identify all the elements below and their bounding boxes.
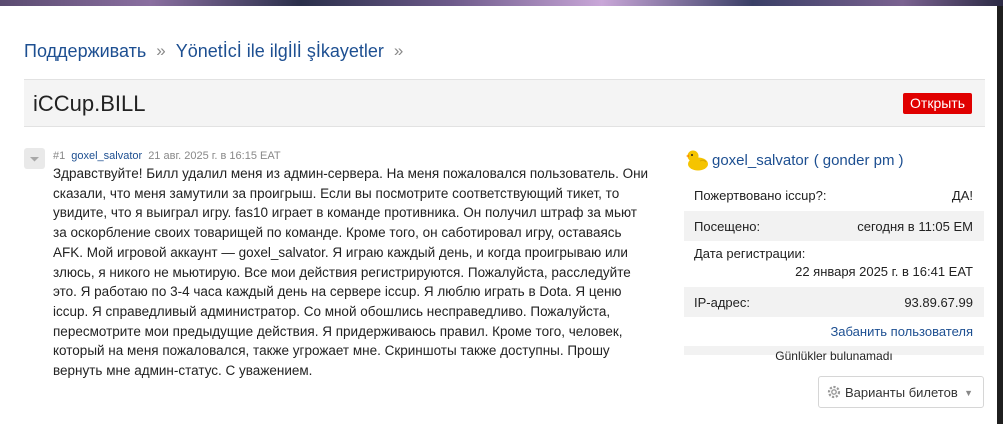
info-value: ДА! xyxy=(951,188,973,203)
profile-username[interactable]: goxel_salvator xyxy=(712,152,809,169)
post-meta: #1 goxel_salvator 21 авг. 2025 г. в 16:1… xyxy=(53,150,281,162)
post-date: 21 авг. 2025 г. в 16:15 EAT xyxy=(148,150,281,162)
chevron-down-icon: ▼ xyxy=(964,388,973,398)
top-banner-strip xyxy=(0,0,1003,6)
info-row-ip: IP-адрес: 93.89.67.99 xyxy=(684,287,984,317)
profile-card: goxel_salvator ( gonder pm ) xyxy=(684,146,984,174)
post-author[interactable]: goxel_salvator xyxy=(71,150,142,162)
duck-avatar-icon xyxy=(686,150,708,171)
breadcrumb-separator: » xyxy=(156,41,166,60)
pm-suffix: ) xyxy=(898,151,904,169)
info-label: Дата регистрации: xyxy=(694,246,806,261)
logs-empty-text: Günlükler bulunamadı xyxy=(775,349,893,363)
info-value: сегодня в 11:05 EM xyxy=(857,218,973,234)
info-value: 22 января 2025 г. в 16:41 EAT xyxy=(795,264,973,279)
gear-icon xyxy=(827,385,841,399)
post-vote-icon[interactable] xyxy=(24,148,45,169)
profile-header: goxel_salvator ( gonder pm ) xyxy=(684,146,984,174)
ticket-options-dropdown[interactable]: Варианты билетов ▼ xyxy=(818,376,984,408)
breadcrumb-admin-complaints[interactable]: Yönetİcİ ile ilgİlİ şİkayetler xyxy=(176,41,384,62)
post-body: Здравствуйте! Билл удалил меня из админ-… xyxy=(53,166,649,379)
thread-title-bar: iCCup.BILL Открыть xyxy=(24,79,985,127)
breadcrumb: Поддерживать » Yönetİcİ ile ilgİlİ şİkay… xyxy=(24,38,413,64)
thread-title: iCCup.BILL xyxy=(33,91,146,116)
info-row-registration: Дата регистрации: 22 января 2025 г. в 16… xyxy=(684,241,984,287)
pm-prefix: ( xyxy=(813,151,819,169)
profile-info-table: Пожертвовано iccup?: ДА! Посещено: сегод… xyxy=(684,180,984,355)
breadcrumb-support[interactable]: Поддерживать xyxy=(24,41,146,62)
info-label: IP-адрес: xyxy=(694,294,750,310)
ticket-options-label: Варианты билетов xyxy=(845,384,958,400)
open-button[interactable]: Открыть xyxy=(903,93,972,114)
info-value: 93.89.67.99 xyxy=(904,294,973,310)
info-label: Пожертвовано iccup?: xyxy=(694,188,827,203)
info-row-last-visit: Посещено: сегодня в 11:05 EM xyxy=(684,211,984,241)
breadcrumb-separator: » xyxy=(393,41,404,60)
send-pm-link[interactable]: gonder pm xyxy=(823,152,895,169)
ban-user-link[interactable]: Забанить пользователя xyxy=(684,317,984,346)
info-label: Посещено: xyxy=(694,218,761,234)
post-number[interactable]: #1 xyxy=(53,150,65,162)
info-row-donated: Пожертвовано iccup?: ДА! xyxy=(684,180,984,211)
right-edge-bar xyxy=(997,6,1003,424)
